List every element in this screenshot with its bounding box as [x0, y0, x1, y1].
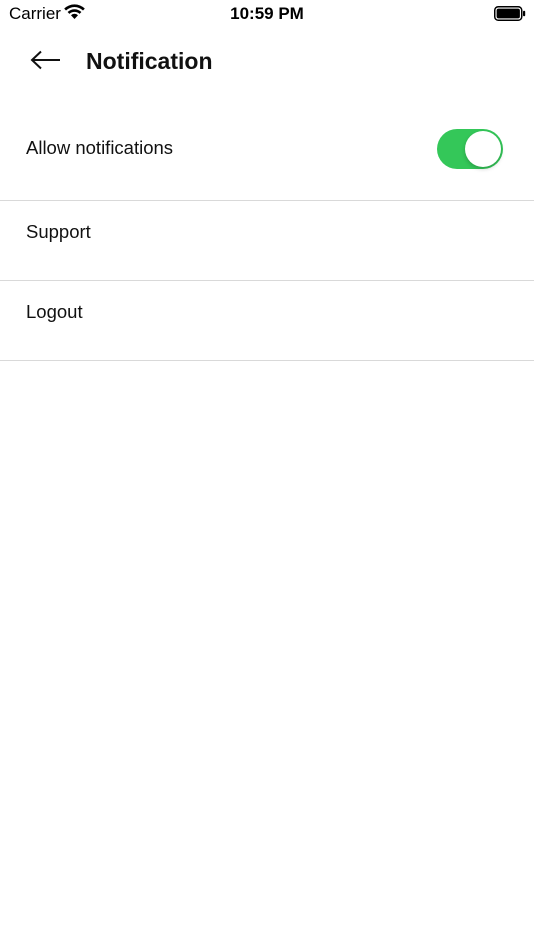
allow-notifications-row: Allow notifications: [0, 109, 534, 201]
logout-row[interactable]: Logout: [0, 281, 534, 361]
logout-label: Logout: [26, 301, 83, 322]
toggle-knob: [465, 131, 501, 167]
allow-notifications-label: Allow notifications: [26, 137, 174, 158]
support-row[interactable]: Support: [0, 201, 534, 281]
back-button[interactable]: [24, 46, 68, 78]
battery-icon: [494, 6, 526, 21]
app-header: Notification: [0, 34, 534, 90]
support-label: Support: [26, 221, 91, 242]
page-title: Notification: [86, 48, 213, 74]
settings-list: Allow notifications Support Logout: [0, 109, 534, 361]
status-time: 10:59 PM: [230, 4, 304, 23]
allow-notifications-toggle[interactable]: [437, 129, 503, 169]
status-bar: Carrier 10:59 PM: [0, 0, 534, 28]
back-arrow-icon: [30, 50, 62, 75]
